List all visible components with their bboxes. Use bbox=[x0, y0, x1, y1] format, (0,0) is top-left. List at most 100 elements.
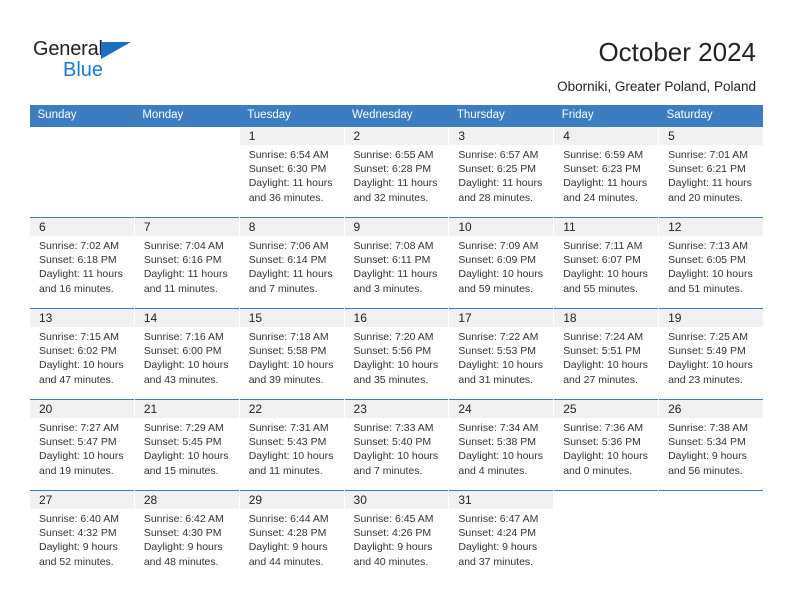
day-cell[interactable]: 31 Sunrise: 6:47 AM Sunset: 4:24 PM Dayligh… bbox=[448, 490, 554, 577]
day-cell-inner: 5 Sunrise: 7:01 AM Sunset: 6:21 PM Daylight… bbox=[659, 127, 764, 217]
day-cell[interactable]: 6 Sunrise: 7:02 AM Sunset: 6:18 PM Daylight… bbox=[29, 217, 135, 309]
day-cell[interactable]: 14 Sunrise: 7:16 AM Sunset: 6:00 PM Dayligh… bbox=[133, 308, 240, 400]
daylight-text-line1: Daylight: 10 hours bbox=[353, 450, 439, 463]
day-number-band: 15 bbox=[239, 309, 344, 327]
day-number-band: 29 bbox=[239, 491, 344, 509]
day-details bbox=[135, 145, 239, 148]
day-cell[interactable]: 5 Sunrise: 7:01 AM Sunset: 6:21 PM Daylight… bbox=[658, 126, 764, 218]
weekday-header-friday: Friday bbox=[553, 105, 659, 127]
day-cell[interactable]: 12 Sunrise: 7:13 AM Sunset: 6:05 PM Dayligh… bbox=[658, 217, 764, 309]
day-number: 4 bbox=[563, 129, 570, 143]
day-number: 9 bbox=[353, 220, 361, 234]
sunset-text: Sunset: 6:14 PM bbox=[248, 254, 327, 267]
sunrise-text: Sunrise: 6:59 AM bbox=[563, 149, 644, 161]
day-cell-inner: 3 Sunrise: 6:57 AM Sunset: 6:25 PM Daylight… bbox=[449, 127, 554, 217]
day-details: Sunrise: 6:54 AM Sunset: 6:30 PM Daylight:… bbox=[240, 145, 344, 205]
day-details: Sunrise: 6:57 AM Sunset: 6:25 PM Daylight:… bbox=[449, 145, 553, 205]
day-cell[interactable]: 8 Sunrise: 7:06 AM Sunset: 6:14 PM Daylight… bbox=[238, 217, 345, 309]
day-cell[interactable] bbox=[553, 490, 659, 577]
day-number: 24 bbox=[458, 402, 472, 416]
sunrise-sunset-calendar: Sunday Monday Tuesday Wednesday Thursday… bbox=[29, 105, 764, 577]
day-cell[interactable]: 9 Sunrise: 7:08 AM Sunset: 6:11 PM Daylight… bbox=[343, 217, 449, 309]
day-cell[interactable]: 29 Sunrise: 6:44 AM Sunset: 4:28 PM Dayligh… bbox=[238, 490, 345, 577]
daylight-text-line2: and 36 minutes. bbox=[248, 191, 324, 204]
daylight-text-line2: and 24 minutes. bbox=[563, 191, 638, 204]
day-cell[interactable]: 11 Sunrise: 7:11 AM Sunset: 6:07 PM Dayligh… bbox=[553, 217, 659, 309]
sunrise-text: Sunrise: 6:55 AM bbox=[353, 149, 434, 161]
general-blue-logo[interactable]: General Blue bbox=[33, 38, 153, 84]
daylight-text-line2: and 37 minutes. bbox=[458, 555, 534, 568]
sunrise-text: Sunrise: 6:40 AM bbox=[39, 513, 119, 525]
day-cell[interactable]: 16 Sunrise: 7:20 AM Sunset: 5:56 PM Dayligh… bbox=[343, 308, 449, 400]
day-cell[interactable]: 28 Sunrise: 6:42 AM Sunset: 4:30 PM Dayligh… bbox=[133, 490, 240, 577]
day-number-band bbox=[30, 127, 134, 145]
day-details: Sunrise: 6:47 AM Sunset: 4:24 PM Daylight:… bbox=[449, 509, 553, 569]
day-cell[interactable] bbox=[29, 126, 135, 218]
daylight-text-line2: and 3 minutes. bbox=[353, 282, 423, 295]
sunset-text: Sunset: 5:38 PM bbox=[458, 436, 537, 449]
daylight-text-line2: and 59 minutes. bbox=[458, 282, 534, 295]
day-cell-inner bbox=[554, 491, 659, 577]
daylight-text-line1: Daylight: 10 hours bbox=[39, 450, 124, 463]
sunrise-text: Sunrise: 7:02 AM bbox=[39, 240, 119, 252]
day-cell[interactable]: 26 Sunrise: 7:38 AM Sunset: 5:34 PM Dayligh… bbox=[658, 399, 764, 491]
sunset-text: Sunset: 5:45 PM bbox=[143, 436, 222, 449]
daylight-text-line2: and 56 minutes. bbox=[668, 464, 743, 477]
sunset-text: Sunset: 6:16 PM bbox=[143, 254, 222, 267]
day-cell[interactable]: 15 Sunrise: 7:18 AM Sunset: 5:58 PM Dayligh… bbox=[238, 308, 345, 400]
day-cell[interactable]: 3 Sunrise: 6:57 AM Sunset: 6:25 PM Daylight… bbox=[448, 126, 554, 218]
day-number: 26 bbox=[668, 402, 682, 416]
day-number-band: 18 bbox=[554, 309, 659, 327]
sunrise-text: Sunrise: 7:18 AM bbox=[248, 331, 329, 343]
day-cell[interactable]: 21 Sunrise: 7:29 AM Sunset: 5:45 PM Dayligh… bbox=[133, 399, 240, 491]
sunrise-text: Sunrise: 7:22 AM bbox=[458, 331, 539, 343]
day-number: 25 bbox=[563, 402, 577, 416]
day-cell-inner: 31 Sunrise: 6:47 AM Sunset: 4:24 PM Dayligh… bbox=[449, 491, 554, 577]
day-cell[interactable]: 17 Sunrise: 7:22 AM Sunset: 5:53 PM Dayligh… bbox=[448, 308, 554, 400]
sunrise-text: Sunrise: 7:34 AM bbox=[458, 422, 539, 434]
day-number: 2 bbox=[353, 129, 361, 143]
daylight-text-line1: Daylight: 9 hours bbox=[39, 541, 118, 554]
daylight-text-line1: Daylight: 10 hours bbox=[143, 450, 229, 463]
day-cell[interactable]: 13 Sunrise: 7:15 AM Sunset: 6:02 PM Dayligh… bbox=[29, 308, 135, 400]
day-cell[interactable]: 1 Sunrise: 6:54 AM Sunset: 6:30 PM Daylight… bbox=[238, 126, 345, 218]
sunset-text: Sunset: 5:58 PM bbox=[248, 345, 327, 358]
day-number-band: 13 bbox=[30, 309, 134, 327]
sunrise-text: Sunrise: 6:47 AM bbox=[458, 513, 539, 525]
day-cell[interactable]: 25 Sunrise: 7:36 AM Sunset: 5:36 PM Dayligh… bbox=[553, 399, 659, 491]
day-cell[interactable]: 7 Sunrise: 7:04 AM Sunset: 6:16 PM Daylight… bbox=[133, 217, 240, 309]
day-cell[interactable]: 19 Sunrise: 7:25 AM Sunset: 5:49 PM Dayligh… bbox=[658, 308, 764, 400]
day-cell[interactable]: 10 Sunrise: 7:09 AM Sunset: 6:09 PM Dayligh… bbox=[448, 217, 554, 309]
day-number-band: 24 bbox=[449, 400, 554, 418]
day-cell[interactable]: 18 Sunrise: 7:24 AM Sunset: 5:51 PM Dayligh… bbox=[553, 308, 659, 400]
day-details: Sunrise: 6:55 AM Sunset: 6:28 PM Daylight:… bbox=[345, 145, 449, 205]
day-cell[interactable]: 20 Sunrise: 7:27 AM Sunset: 5:47 PM Dayligh… bbox=[29, 399, 135, 491]
day-cell[interactable]: 23 Sunrise: 7:33 AM Sunset: 5:40 PM Dayligh… bbox=[343, 399, 449, 491]
day-number-band: 4 bbox=[554, 127, 659, 145]
day-number-band: 21 bbox=[134, 400, 239, 418]
day-cell[interactable]: 4 Sunrise: 6:59 AM Sunset: 6:23 PM Daylight… bbox=[553, 126, 659, 218]
day-number-band: 19 bbox=[659, 309, 764, 327]
daylight-text-line2: and 7 minutes. bbox=[248, 282, 318, 295]
daylight-text-line2: and 16 minutes. bbox=[39, 282, 114, 295]
day-cell[interactable]: 22 Sunrise: 7:31 AM Sunset: 5:43 PM Dayligh… bbox=[238, 399, 345, 491]
day-details: Sunrise: 6:40 AM Sunset: 4:32 PM Daylight:… bbox=[30, 509, 134, 569]
day-number: 3 bbox=[458, 129, 466, 143]
day-cell[interactable]: 2 Sunrise: 6:55 AM Sunset: 6:28 PM Daylight… bbox=[343, 126, 449, 218]
day-number: 19 bbox=[668, 311, 682, 325]
week-row: 6 Sunrise: 7:02 AM Sunset: 6:18 PM Daylight… bbox=[29, 217, 764, 309]
day-cell[interactable] bbox=[133, 126, 240, 218]
sunset-text: Sunset: 6:18 PM bbox=[39, 254, 117, 267]
day-cell[interactable] bbox=[658, 490, 764, 577]
day-number: 17 bbox=[458, 311, 472, 325]
sunset-text: Sunset: 6:02 PM bbox=[39, 345, 117, 358]
day-number: 14 bbox=[143, 311, 158, 325]
daylight-text-line2: and 28 minutes. bbox=[458, 191, 534, 204]
sunrise-text: Sunrise: 6:57 AM bbox=[458, 149, 539, 161]
day-cell[interactable]: 24 Sunrise: 7:34 AM Sunset: 5:38 PM Dayligh… bbox=[448, 399, 554, 491]
day-cell[interactable]: 27 Sunrise: 6:40 AM Sunset: 4:32 PM Dayligh… bbox=[29, 490, 135, 577]
sunrise-text: Sunrise: 7:15 AM bbox=[39, 331, 119, 343]
day-cell[interactable]: 30 Sunrise: 6:45 AM Sunset: 4:26 PM Dayligh… bbox=[343, 490, 449, 577]
sunrise-text: Sunrise: 6:42 AM bbox=[143, 513, 224, 525]
daylight-text-line1: Daylight: 9 hours bbox=[143, 541, 223, 554]
